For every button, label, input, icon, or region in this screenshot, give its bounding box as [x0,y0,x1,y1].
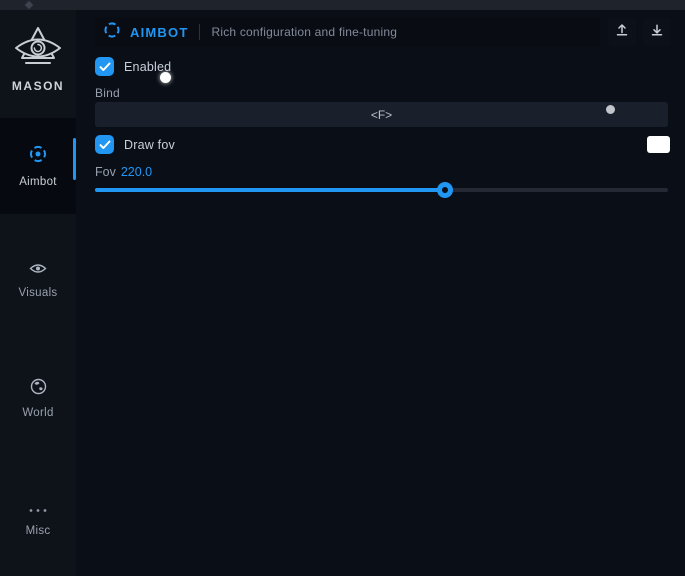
globe-icon [30,378,47,400]
sidebar-item-visuals[interactable]: Visuals [0,254,76,306]
mason-eye-pyramid-icon [14,26,62,75]
sidebar-item-label: Misc [26,525,51,537]
checkbox-checked-icon [95,135,114,154]
sidebar: MASON Aimbot Visuals [0,10,76,576]
brand-logo: MASON [0,26,76,93]
sidebar-item-label: Visuals [19,287,58,299]
page-title: AIMBOT [130,25,188,40]
enabled-checkbox[interactable]: Enabled [95,57,171,76]
fov-value: 220.0 [121,165,152,179]
top-strip [0,0,685,10]
hud-diamond-icon [25,1,33,9]
fov-slider-thumb[interactable] [437,182,453,198]
bind-value: <F> [371,108,392,122]
page-header: AIMBOT Rich configuration and fine-tunin… [95,17,600,47]
upload-icon [614,22,630,43]
secondary-cursor-dot [606,105,615,114]
selected-indicator [73,138,76,180]
page-subtitle: Rich configuration and fine-tuning [211,25,397,39]
fov-slider-fill [95,188,445,192]
sidebar-item-label: Aimbot [19,176,57,188]
draw-fov-checkbox[interactable]: Draw fov [95,135,175,154]
upload-config-button[interactable] [608,18,636,46]
sidebar-item-label: World [22,407,53,419]
fov-label-row: Fov 220.0 [95,165,152,179]
download-config-button[interactable] [643,18,671,46]
download-icon [649,22,665,43]
sidebar-item-world[interactable]: World [0,372,76,424]
sidebar-item-aimbot[interactable]: Aimbot [0,118,76,214]
draw-fov-label: Draw fov [124,138,175,152]
brand-name: MASON [12,79,64,93]
sidebar-item-misc[interactable]: Misc [0,492,76,544]
crosshair-icon [28,144,48,169]
eye-icon [29,262,47,280]
bind-input[interactable]: <F> [95,102,668,127]
fov-color-swatch[interactable] [647,136,670,153]
fov-label: Fov [95,165,116,179]
mouse-cursor-dot [160,72,171,83]
ellipsis-icon [28,500,48,518]
crosshair-icon [103,21,121,44]
mason-menu-window: MASON Aimbot Visuals [0,0,685,576]
fov-slider[interactable] [95,182,668,198]
header-divider [199,24,200,40]
checkbox-checked-icon [95,57,114,76]
bind-label: Bind [95,86,120,100]
